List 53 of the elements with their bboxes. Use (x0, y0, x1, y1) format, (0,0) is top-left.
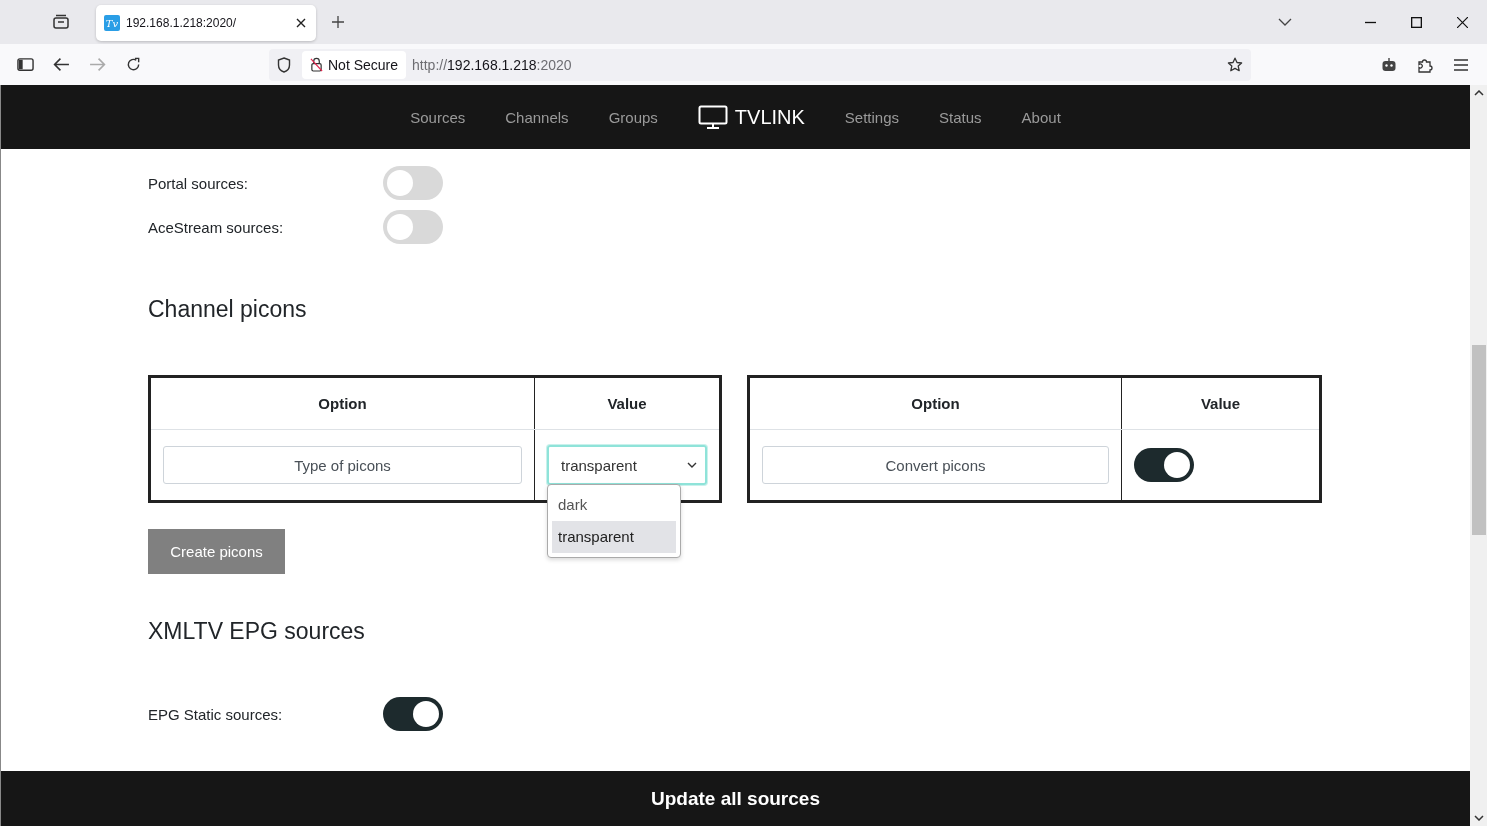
tab-title: 192.168.1.218:2020/ (126, 16, 238, 30)
column-header: Option (748, 376, 1122, 430)
dropdown-option[interactable]: dark (552, 489, 676, 521)
update-sources-button[interactable]: Update all sources (1, 771, 1470, 826)
shield-icon[interactable] (277, 56, 291, 73)
column-header: Value (534, 376, 721, 430)
sidebar-icon[interactable] (17, 57, 34, 72)
security-indicator[interactable]: Not Secure (302, 50, 407, 79)
close-icon[interactable] (1457, 16, 1468, 28)
toggle-switch[interactable] (383, 697, 443, 731)
robot-icon[interactable] (1381, 56, 1397, 73)
dropdown-option[interactable]: transparent (552, 521, 676, 553)
toggle-label: EPG Static sources: (148, 705, 284, 723)
maximize-icon[interactable] (1411, 16, 1422, 28)
monitor-icon (697, 105, 728, 129)
scroll-up-icon[interactable] (1473, 90, 1484, 96)
column-header: Option (149, 376, 535, 430)
caret-icon (687, 462, 697, 468)
scrollbar-thumb[interactable] (1471, 345, 1486, 535)
scroll-down-icon[interactable] (1473, 815, 1484, 821)
chevron-down-icon[interactable] (1278, 18, 1292, 26)
star-icon[interactable] (1227, 56, 1243, 73)
menu-icon[interactable] (1453, 56, 1469, 73)
back-arrow-icon[interactable] (53, 57, 70, 72)
toggle-label: Portal sources: (148, 174, 250, 192)
brand-link[interactable]: TVLINK (697, 105, 805, 129)
nav-link[interactable]: About (1021, 108, 1061, 126)
nav-link[interactable]: Sources (410, 108, 466, 126)
new-tab-icon[interactable] (332, 16, 344, 28)
column-header: Value (1121, 376, 1321, 430)
nav-link[interactable]: Groups (608, 108, 658, 126)
option-field: Convert picons (762, 446, 1109, 484)
nav-link[interactable]: Channels (505, 108, 569, 126)
url-text: http://192.168.1.218:2020 (412, 56, 572, 73)
puzzle-piece-icon[interactable] (1417, 56, 1433, 73)
address-bar[interactable]: Not Secure http://192.168.1.218:2020 (269, 48, 1251, 81)
reload-icon[interactable] (125, 57, 142, 72)
toggle-switch[interactable] (383, 166, 443, 200)
create-picons-button[interactable]: Create picons (148, 529, 285, 574)
favicon: Tv (104, 15, 120, 31)
unlocked-padlock-icon (310, 57, 323, 72)
nav-link[interactable]: Settings (844, 108, 900, 126)
tab-overview-icon[interactable] (52, 14, 70, 30)
toggle-switch[interactable] (1134, 448, 1194, 482)
nav-link[interactable]: Status (939, 108, 982, 126)
option-field: Type of picons (163, 446, 522, 484)
browser-tab[interactable]: Tv 192.168.1.218:2020/ (96, 5, 316, 41)
close-icon[interactable] (296, 18, 306, 28)
toggle-label: AceStream sources: (148, 218, 285, 236)
value-dropdown[interactable]: transparent (547, 445, 707, 485)
section-heading: XMLTV EPG sources (148, 618, 366, 645)
toggle-switch[interactable] (383, 210, 443, 244)
section-heading: Channel picons (148, 296, 308, 323)
